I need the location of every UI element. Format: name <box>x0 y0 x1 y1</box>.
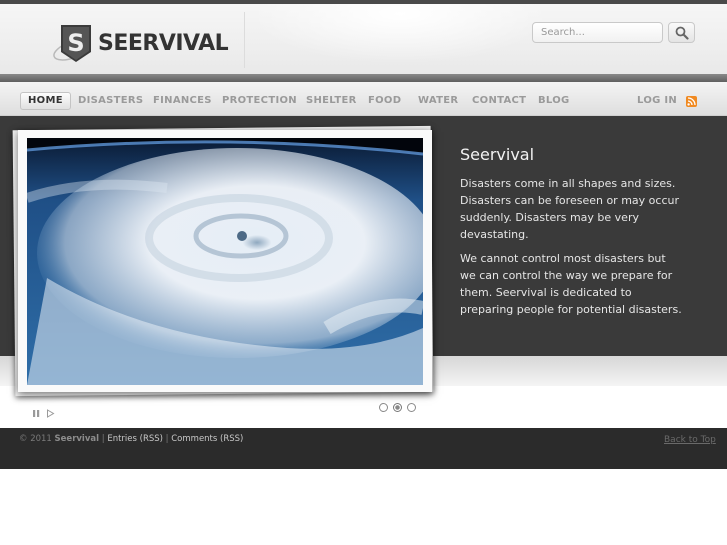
nav-item-contact[interactable]: CONTACT <box>472 92 526 110</box>
nav-item-home[interactable]: HOME <box>20 92 71 110</box>
header-glow <box>250 4 550 64</box>
search-input[interactable] <box>532 22 663 43</box>
footer-copyright: © 2011 <box>19 434 52 444</box>
logo-text: SEERVIVAL <box>98 31 229 56</box>
footer-entries-rss-link[interactable]: Entries (RSS) <box>107 434 163 444</box>
footer-credits: © 2011 Seervival | Entries (RSS) | Comme… <box>19 434 243 444</box>
pause-icon <box>33 410 40 417</box>
footer-separator-2: | <box>162 434 172 444</box>
logo-shield-icon: S <box>53 25 91 62</box>
search-button[interactable] <box>668 22 695 43</box>
nav-item-water[interactable]: WATER <box>418 92 458 110</box>
footer-brand: Seervival <box>54 434 100 444</box>
hurricane-image-art <box>27 138 423 385</box>
footer-comments-rss-link[interactable]: Comments (RSS) <box>171 434 243 444</box>
slide-paragraph-2: We cannot control most disasters but we … <box>460 252 682 316</box>
rss-icon <box>687 97 696 106</box>
next-button[interactable] <box>46 403 55 422</box>
nav-item-disasters[interactable]: DISASTERS <box>78 92 143 110</box>
hurricane-from-space-image[interactable] <box>27 138 423 385</box>
slide-paragraph-1: Disasters come in all shapes and sizes. … <box>460 177 679 241</box>
site-logo[interactable]: S SEERVIVAL <box>52 22 229 66</box>
nav-item-finances[interactable]: FINANCES <box>153 92 212 110</box>
header-divider <box>244 12 245 68</box>
header-bottom-bar <box>0 74 727 82</box>
back-to-top-link[interactable]: Back to Top <box>664 435 716 445</box>
pause-button[interactable] <box>32 403 41 422</box>
slide-dot-2[interactable] <box>393 403 402 412</box>
login-link[interactable]: LOG IN <box>637 92 677 110</box>
nav-item-shelter[interactable]: SHELTER <box>306 92 357 110</box>
search-icon <box>675 26 689 40</box>
nav-item-protection[interactable]: PROTECTION <box>222 92 297 110</box>
nav-item-blog[interactable]: BLOG <box>538 92 570 110</box>
slide-dot-3[interactable] <box>407 403 416 412</box>
logo-glyph: S <box>67 29 84 57</box>
slide-title: Seervival <box>460 145 535 164</box>
rss-button[interactable] <box>686 96 697 107</box>
nav-item-food[interactable]: FOOD <box>368 92 401 110</box>
play-next-icon <box>47 409 55 418</box>
slide-dot-1[interactable] <box>379 403 388 412</box>
